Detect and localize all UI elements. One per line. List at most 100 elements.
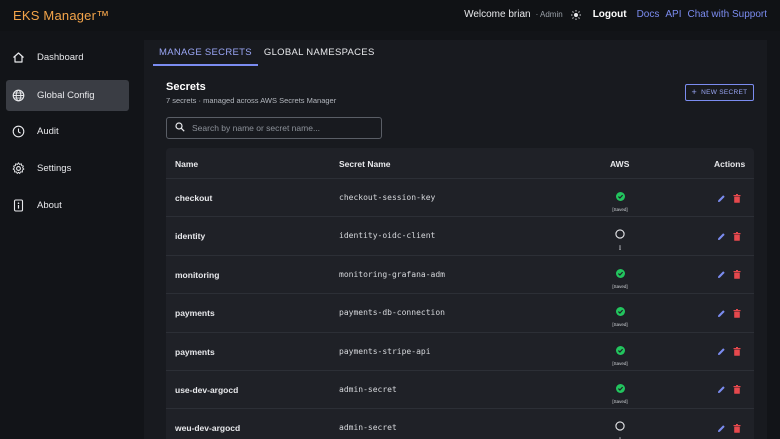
brand-logo[interactable]: EKS Manager™ xyxy=(13,8,109,23)
secret-key-cell: payments-db-connection xyxy=(339,308,445,318)
sidebar-item-about[interactable]: About xyxy=(6,190,129,221)
gear-icon xyxy=(12,162,25,175)
secret-name-cell: payments xyxy=(175,308,215,319)
secret-key-cell: admin-secret xyxy=(339,384,397,394)
table-body: checkout checkout-session-key [Saved] ident… xyxy=(166,179,754,439)
search-input[interactable] xyxy=(192,123,381,133)
sidebar-item-label: Global Config xyxy=(37,90,95,101)
column-header-actions: Actions xyxy=(714,159,746,169)
aws-status: [Saved] xyxy=(606,380,634,404)
sidebar: Dashboard Global Config Audit Settings A… xyxy=(0,31,136,439)
check-circle-icon xyxy=(615,303,625,321)
column-header-aws[interactable]: AWS xyxy=(610,159,629,169)
globe-icon xyxy=(12,89,25,102)
check-circle-icon xyxy=(615,265,625,283)
aws-status: [Saved] xyxy=(606,265,634,289)
secret-key-cell: identity-oidc-client xyxy=(339,231,436,241)
top-right-area: Welcome brian · Admin Logout Docs API Ch… xyxy=(464,9,767,20)
secret-name-cell: weu-dev-argocd xyxy=(175,423,241,434)
aws-status-label: [Saved] xyxy=(612,360,628,366)
row-actions xyxy=(716,385,748,395)
delete-icon[interactable] xyxy=(732,193,742,203)
aws-status-label: [Saved] xyxy=(612,398,628,404)
edit-icon[interactable] xyxy=(716,270,726,280)
delete-icon[interactable] xyxy=(732,308,742,318)
sidebar-item-label: Audit xyxy=(37,126,59,137)
aws-status-label: [] xyxy=(618,245,622,251)
secret-key-cell: admin-secret xyxy=(339,423,397,433)
secret-name-cell: payments xyxy=(175,346,215,357)
check-circle-icon xyxy=(615,380,625,398)
secret-name-cell: checkout xyxy=(175,193,213,203)
row-actions xyxy=(716,193,748,203)
column-header-secret-name[interactable]: Secret Name xyxy=(339,159,391,169)
aws-status: [Saved] xyxy=(606,188,634,212)
check-circle-icon xyxy=(615,342,625,360)
sidebar-item-label: Dashboard xyxy=(37,52,84,63)
page-title: Secrets xyxy=(166,81,206,93)
new-secret-label: NEW SECRET xyxy=(701,89,748,96)
new-secret-button[interactable]: + NEW SECRET xyxy=(685,84,754,101)
delete-icon[interactable] xyxy=(732,231,742,241)
top-bar: EKS Manager™ Welcome brian · Admin Logou… xyxy=(0,0,780,31)
sidebar-item-dashboard[interactable]: Dashboard xyxy=(6,42,129,73)
delete-icon[interactable] xyxy=(732,270,742,280)
row-actions xyxy=(716,423,748,433)
logout-link[interactable]: Logout xyxy=(593,9,627,20)
aws-status: [Saved] xyxy=(606,303,634,327)
sidebar-item-global-config[interactable]: Global Config xyxy=(6,80,129,111)
empty-circle-icon xyxy=(615,418,625,436)
secret-key-cell: checkout-session-key xyxy=(339,193,436,202)
check-circle-icon xyxy=(615,188,625,206)
edit-icon[interactable] xyxy=(716,308,726,318)
aws-status-label: [Saved] xyxy=(612,283,628,289)
plus-icon: + xyxy=(691,87,698,97)
column-header-name[interactable]: Name xyxy=(175,159,198,169)
tab-manage-secrets[interactable]: MANAGE SECRETS xyxy=(153,40,258,66)
home-icon xyxy=(12,51,25,64)
secret-key-cell: payments-stripe-api xyxy=(339,346,431,356)
edit-icon[interactable] xyxy=(716,347,726,357)
page-subtitle: 7 secrets · managed across AWS Secrets M… xyxy=(166,96,337,105)
aws-status-label: [Saved] xyxy=(612,207,628,212)
table-row: checkout checkout-session-key [Saved] xyxy=(166,179,754,218)
info-icon xyxy=(12,199,25,212)
aws-status-label: [Saved] xyxy=(612,322,628,328)
aws-status: [] xyxy=(606,226,634,250)
table-row: payments payments-stripe-api [Saved] xyxy=(166,333,754,371)
table-row: weu-dev-argocd admin-secret [] xyxy=(166,409,754,439)
secrets-table: Name Secret Name AWS Actions checkout che… xyxy=(166,148,754,439)
delete-icon[interactable] xyxy=(732,347,742,357)
table-row: identity identity-oidc-client [] xyxy=(166,217,754,256)
secret-name-cell: monitoring xyxy=(175,269,220,280)
edit-icon[interactable] xyxy=(716,193,726,203)
row-actions xyxy=(716,270,748,280)
delete-icon[interactable] xyxy=(732,423,742,433)
secret-name-cell: use-dev-argocd xyxy=(175,384,239,395)
table-row: monitoring monitoring-grafana-adm [Saved] xyxy=(166,256,754,295)
edit-icon[interactable] xyxy=(716,385,726,395)
sidebar-item-label: About xyxy=(37,200,62,211)
sidebar-item-settings[interactable]: Settings xyxy=(6,153,129,184)
sidebar-item-label: Settings xyxy=(37,163,72,174)
clock-icon xyxy=(12,125,25,138)
table-row: payments payments-db-connection [Saved] xyxy=(166,294,754,333)
search-box[interactable] xyxy=(166,117,382,139)
api-link[interactable]: API xyxy=(665,9,681,20)
sidebar-item-audit[interactable]: Audit xyxy=(6,116,129,147)
row-actions xyxy=(716,231,748,241)
delete-icon[interactable] xyxy=(732,385,742,395)
chat-support-link[interactable]: Chat with Support xyxy=(688,9,768,20)
row-actions xyxy=(716,308,748,318)
edit-icon[interactable] xyxy=(716,231,726,241)
user-role: · Admin xyxy=(535,10,563,19)
docs-link[interactable]: Docs xyxy=(637,9,660,20)
tab-bar: MANAGE SECRETS GLOBAL NAMESPACES xyxy=(153,40,381,66)
row-actions xyxy=(716,347,748,357)
edit-icon[interactable] xyxy=(716,423,726,433)
theme-toggle-icon[interactable] xyxy=(570,9,581,20)
welcome-text: Welcome brian xyxy=(464,9,531,20)
tab-global-namespaces[interactable]: GLOBAL NAMESPACES xyxy=(258,40,381,66)
table-header: Name Secret Name AWS Actions xyxy=(166,148,754,179)
secret-name-cell: identity xyxy=(175,231,206,242)
